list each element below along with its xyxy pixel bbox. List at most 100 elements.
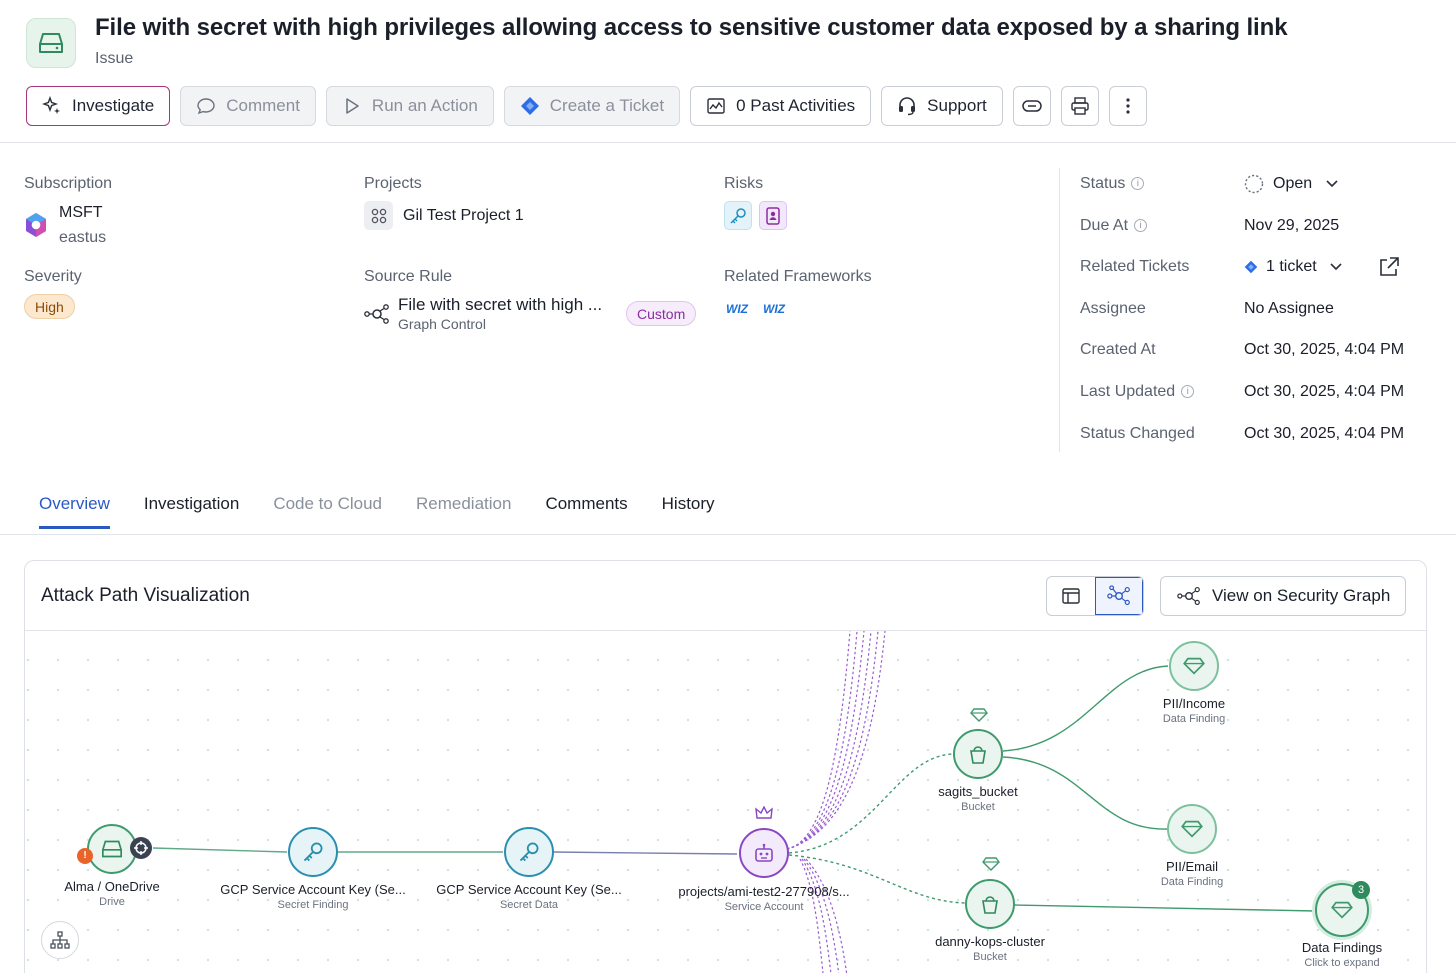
past-activities-label: 0 Past Activities	[736, 96, 856, 115]
source-rule-type: Graph Control	[398, 316, 486, 332]
attack-path-graph[interactable]: ! Alma / OneDrive Drive GCP Service Acco…	[25, 631, 1426, 973]
id-badge-icon	[766, 206, 780, 225]
attack-path-card: Attack Path Visualization View on Securi…	[24, 560, 1427, 973]
node-label: sagits_bucket	[938, 784, 1018, 799]
page-title: File with secret with high privileges al…	[95, 14, 1288, 41]
graph-node-service-account[interactable]	[739, 828, 789, 878]
view-security-graph-button[interactable]: View on Security Graph	[1160, 576, 1407, 616]
tab-comments[interactable]: Comments	[545, 494, 627, 529]
chevron-down-icon	[1330, 263, 1342, 271]
wiz-framework-logo[interactable]: WIZ	[763, 302, 785, 316]
more-options-button[interactable]	[1108, 86, 1147, 126]
external-link-icon[interactable]	[1378, 256, 1400, 278]
subscription-label: Subscription	[24, 175, 113, 192]
node-sublabel: Service Account	[724, 901, 804, 913]
page-subtitle: Issue	[95, 50, 134, 67]
created-value: Oct 30, 2025, 4:04 PM	[1244, 341, 1405, 358]
alert-badge-icon: !	[77, 848, 93, 864]
source-rule-link[interactable]: File with secret with high ...	[398, 295, 602, 315]
header-divider	[0, 142, 1456, 143]
print-button[interactable]	[1060, 86, 1099, 126]
main-path-edges	[152, 665, 1316, 912]
updated-value: Oct 30, 2025, 4:04 PM	[1244, 383, 1405, 400]
investigate-button[interactable]: Investigate	[26, 86, 171, 126]
exposure-crosshair-icon	[130, 837, 152, 859]
assignee-value[interactable]: No Assignee	[1244, 300, 1334, 318]
due-label: Due At	[1080, 217, 1129, 234]
graph-node-bucket[interactable]	[965, 879, 1015, 929]
tickets-dropdown[interactable]: 1 ticket	[1244, 258, 1343, 276]
status-label-row: Status i	[1080, 175, 1145, 193]
graph-node-secret-finding[interactable]	[288, 827, 338, 877]
run-action-button[interactable]: Run an Action	[325, 86, 494, 126]
status-value: Open	[1273, 175, 1313, 192]
projects-label: Projects	[364, 175, 422, 192]
node-label: GCP Service Account Key (Se...	[220, 882, 406, 897]
service-account-edges	[786, 631, 886, 973]
tab-history[interactable]: History	[662, 494, 715, 529]
node-label: PII/Income	[1162, 696, 1226, 711]
jira-icon	[520, 97, 539, 115]
graph-node-data-finding[interactable]	[1167, 804, 1217, 854]
tabs-divider	[0, 534, 1456, 535]
sparkle-icon	[42, 96, 60, 114]
link-icon	[1021, 100, 1042, 112]
diamond-gem-icon	[970, 708, 988, 722]
key-icon	[519, 842, 539, 862]
node-sublabel: Secret Finding	[277, 899, 349, 911]
investigate-label: Investigate	[72, 96, 155, 115]
graph-node-secret-data[interactable]	[504, 827, 554, 877]
hierarchy-icon	[50, 931, 70, 949]
node-sublabel: Drive	[99, 896, 125, 908]
node-sublabel: Data Finding	[1162, 713, 1226, 725]
risk-identity-chip[interactable]	[759, 201, 787, 230]
create-ticket-button[interactable]: Create a Ticket	[503, 86, 681, 126]
bucket-icon	[970, 746, 986, 764]
node-count-badge: 3	[1352, 881, 1370, 899]
info-icon: i	[1181, 385, 1195, 399]
copy-link-button[interactable]	[1012, 86, 1051, 126]
graph-view-button[interactable]	[1095, 577, 1143, 615]
tab-overview[interactable]: Overview	[39, 494, 110, 529]
graph-layout-button[interactable]	[41, 921, 79, 959]
drive-icon	[102, 840, 122, 858]
play-icon	[346, 98, 359, 114]
comment-button[interactable]: Comment	[180, 86, 316, 126]
card-title: Attack Path Visualization	[41, 585, 250, 606]
view-toggle	[1046, 576, 1144, 616]
tab-code-to-cloud[interactable]: Code to Cloud	[273, 494, 382, 529]
past-activities-button[interactable]: 0 Past Activities	[690, 86, 872, 126]
tab-remediation[interactable]: Remediation	[416, 494, 511, 529]
action-toolbar: Investigate Comment Run an Action Create…	[26, 86, 1147, 126]
due-date-value[interactable]: Nov 29, 2025	[1244, 217, 1339, 235]
table-view-button[interactable]	[1047, 577, 1095, 615]
risk-secret-chip[interactable]	[724, 201, 752, 230]
updated-label: Last Updated	[1080, 383, 1176, 400]
graph-node-data-finding[interactable]	[1169, 641, 1219, 691]
printer-icon	[1071, 97, 1089, 115]
subscription-name[interactable]: MSFT	[59, 204, 103, 222]
view-security-graph-label: View on Security Graph	[1212, 586, 1391, 605]
crown-icon	[755, 806, 773, 819]
tab-investigation[interactable]: Investigation	[144, 494, 239, 529]
wiz-framework-logo[interactable]: WIZ	[726, 302, 748, 316]
status-changed-value: Oct 30, 2025, 4:04 PM	[1244, 425, 1405, 442]
grid-circles-icon	[371, 208, 386, 223]
kebab-menu-icon	[1126, 98, 1130, 114]
table-icon	[1062, 588, 1080, 604]
risks-label: Risks	[724, 175, 764, 192]
issue-tabs: Overview Investigation Code to Cloud Rem…	[39, 494, 715, 529]
support-button[interactable]: Support	[881, 86, 1003, 126]
info-icon: i	[1131, 177, 1145, 191]
node-label: Alma / OneDrive	[64, 879, 160, 894]
graph-node-bucket[interactable]	[953, 729, 1003, 779]
status-dropdown[interactable]: Open	[1244, 174, 1339, 194]
project-link[interactable]: Gil Test Project 1	[403, 207, 524, 225]
headset-icon	[899, 97, 916, 116]
open-status-icon	[1244, 174, 1264, 194]
node-label: projects/ami-test2-277908/s...	[678, 884, 850, 899]
frameworks-label: Related Frameworks	[724, 268, 872, 285]
subscription-region: eastus	[59, 229, 107, 246]
node-sublabel: Bucket	[973, 951, 1007, 963]
node-sublabel: Secret Data	[499, 899, 559, 911]
